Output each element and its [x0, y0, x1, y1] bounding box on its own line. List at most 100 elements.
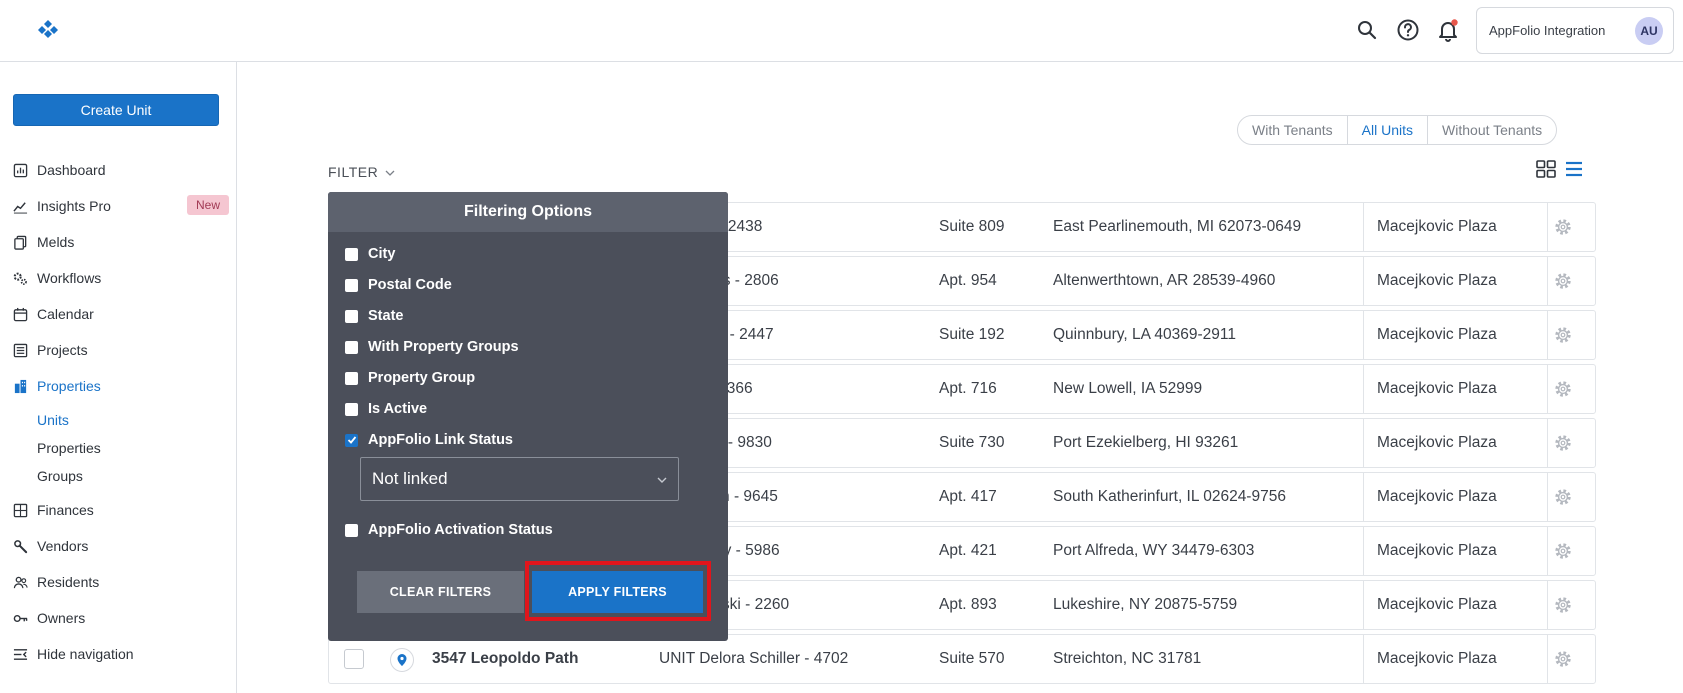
sidebar-item-label: Projects [37, 342, 88, 358]
gear-icon[interactable] [1553, 541, 1573, 561]
logo-icon[interactable] [36, 18, 60, 42]
checkbox[interactable] [345, 340, 358, 354]
checkbox-checked[interactable] [345, 433, 358, 447]
unit-address: Altenwerthtown, AR 28539-4960 [1053, 272, 1276, 289]
checkbox[interactable] [345, 523, 358, 537]
sidebar-item-properties[interactable]: Properties [13, 374, 223, 398]
unit-address: Quinnbury, LA 40369-2911 [1053, 326, 1236, 343]
sidebar-item-label: Insights Pro [37, 198, 111, 214]
clear-filters-button[interactable]: CLEAR FILTERS [357, 571, 524, 613]
gear-icon[interactable] [1553, 271, 1573, 291]
filter-option[interactable]: Is Active [345, 401, 427, 417]
sidebar-item-melds[interactable]: Melds [13, 230, 223, 254]
copy-icon [14, 235, 27, 250]
filter-option-label: AppFolio Activation Status [368, 522, 553, 538]
column-divider [1363, 419, 1364, 467]
column-divider [1547, 527, 1548, 575]
list-view-icon[interactable] [1564, 160, 1584, 178]
filter-option[interactable]: State [345, 308, 403, 324]
property-name: Macejkovic Plaza [1377, 542, 1497, 559]
checkbox[interactable] [345, 247, 358, 261]
sidebar-item-projects[interactable]: Projects [13, 338, 223, 362]
sidebar-item-dashboard[interactable]: Dashboard [13, 158, 223, 182]
filter-toggle[interactable]: FILTER [328, 164, 395, 180]
column-divider [1547, 365, 1548, 413]
sidebar-subitem-groups[interactable]: Groups [37, 468, 83, 484]
search-icon[interactable] [1355, 18, 1379, 42]
unit-suite: Apt. 716 [939, 380, 997, 397]
sidebar-item-owners[interactable]: Owners [13, 606, 223, 630]
chart-icon [13, 163, 28, 177]
sidebar-item-vendors[interactable]: Vendors [13, 534, 223, 558]
help-icon[interactable] [1396, 18, 1420, 42]
filter-option[interactable]: AppFolio Link Status [345, 432, 513, 448]
row-checkbox[interactable] [344, 649, 364, 669]
property-name: Macejkovic Plaza [1377, 596, 1497, 613]
sidebar-item-hide-navigation[interactable]: Hide navigation [13, 642, 223, 666]
sidebar-subitem-properties[interactable]: Properties [37, 440, 101, 456]
unit-suite: Suite 809 [939, 218, 1005, 235]
gear-icon[interactable] [1553, 433, 1573, 453]
unit-suite: Apt. 417 [939, 488, 997, 505]
sidebar-item-label: Residents [37, 574, 100, 590]
table-row[interactable]: 3547 Leopoldo Path UNIT Delora Schiller -… [328, 634, 1596, 684]
gear-icon[interactable] [1553, 649, 1573, 669]
filter-option[interactable]: Property Group [345, 370, 475, 386]
filter-panel-title: Filtering Options [328, 192, 728, 232]
segment-with-tenants[interactable]: With Tenants [1238, 116, 1348, 144]
unit-suite: Suite 730 [939, 434, 1005, 451]
avatar: AU [1635, 16, 1663, 45]
property-name: Macejkovic Plaza [1377, 488, 1497, 505]
filter-option[interactable]: City [345, 246, 395, 262]
account-name: AppFolio Integration [1489, 23, 1606, 38]
tenant-segment-control: With Tenants All Units Without Tenants [1237, 115, 1558, 145]
apply-filters-button[interactable]: APPLY FILTERS [532, 571, 703, 613]
checkbox[interactable] [345, 309, 358, 323]
sidebar-subitem-units[interactable]: Units [37, 412, 69, 428]
unit-address: Lukeshire, NY 20875-5759 [1053, 596, 1238, 613]
gear-icon[interactable] [1553, 325, 1573, 345]
gear-icon[interactable] [1553, 379, 1573, 399]
new-badge: New [187, 195, 230, 215]
checkbox[interactable] [345, 402, 358, 416]
link-status-select[interactable]: Not linked [360, 457, 679, 501]
bell-icon[interactable] [1436, 18, 1460, 42]
segment-without-tenants[interactable]: Without Tenants [1428, 116, 1556, 144]
filter-option[interactable]: AppFolio Activation Status [345, 522, 553, 538]
sidebar-item-insights-pro[interactable]: Insights Pro New [13, 194, 230, 218]
map-pin-icon[interactable] [390, 648, 414, 672]
filter-option[interactable]: With Property Groups [345, 339, 519, 355]
sidebar-item-label: Melds [37, 234, 75, 250]
unit-address: South Katherinfurt, IL 02624-9756 [1053, 488, 1286, 505]
column-divider [1547, 473, 1548, 521]
chevron-down-icon [385, 170, 395, 176]
gear-icon[interactable] [1553, 217, 1573, 237]
unit-address: Port Ezekielberg, HI 93261 [1053, 434, 1239, 451]
calendar-icon [13, 307, 28, 321]
account-menu[interactable]: AppFolio Integration AU [1476, 7, 1674, 54]
column-divider [1363, 365, 1364, 413]
gear-icon[interactable] [1553, 595, 1573, 615]
create-unit-button[interactable]: Create Unit [13, 94, 219, 126]
column-divider [1547, 581, 1548, 629]
trend-icon [13, 201, 28, 214]
property-name: Macejkovic Plaza [1377, 272, 1497, 289]
sidebar-item-finances[interactable]: Finances [13, 498, 223, 522]
segment-all-units[interactable]: All Units [1348, 116, 1429, 144]
sidebar-item-calendar[interactable]: Calendar [13, 302, 223, 326]
unit-address: East Pearlinemouth, MI 62073-0649 [1053, 218, 1302, 235]
filter-option-label: Is Active [368, 401, 428, 417]
property-name: Macejkovic Plaza [1377, 380, 1497, 397]
column-divider [1363, 311, 1364, 359]
grid-view-icon[interactable] [1536, 160, 1556, 178]
sidebar-item-label: Vendors [37, 538, 89, 554]
filter-option[interactable]: Postal Code [345, 277, 452, 293]
street-address: 3547 Leopoldo Path [432, 650, 579, 667]
gear-icon[interactable] [1553, 487, 1573, 507]
checkbox[interactable] [345, 278, 358, 292]
sidebar-item-residents[interactable]: Residents [13, 570, 223, 594]
sidebar-item-workflows[interactable]: Workflows [13, 266, 223, 290]
checkbox[interactable] [345, 371, 358, 385]
sidebar-item-label: Dashboard [37, 162, 106, 178]
unit-address: Streichton, NC 31781 [1053, 650, 1202, 667]
